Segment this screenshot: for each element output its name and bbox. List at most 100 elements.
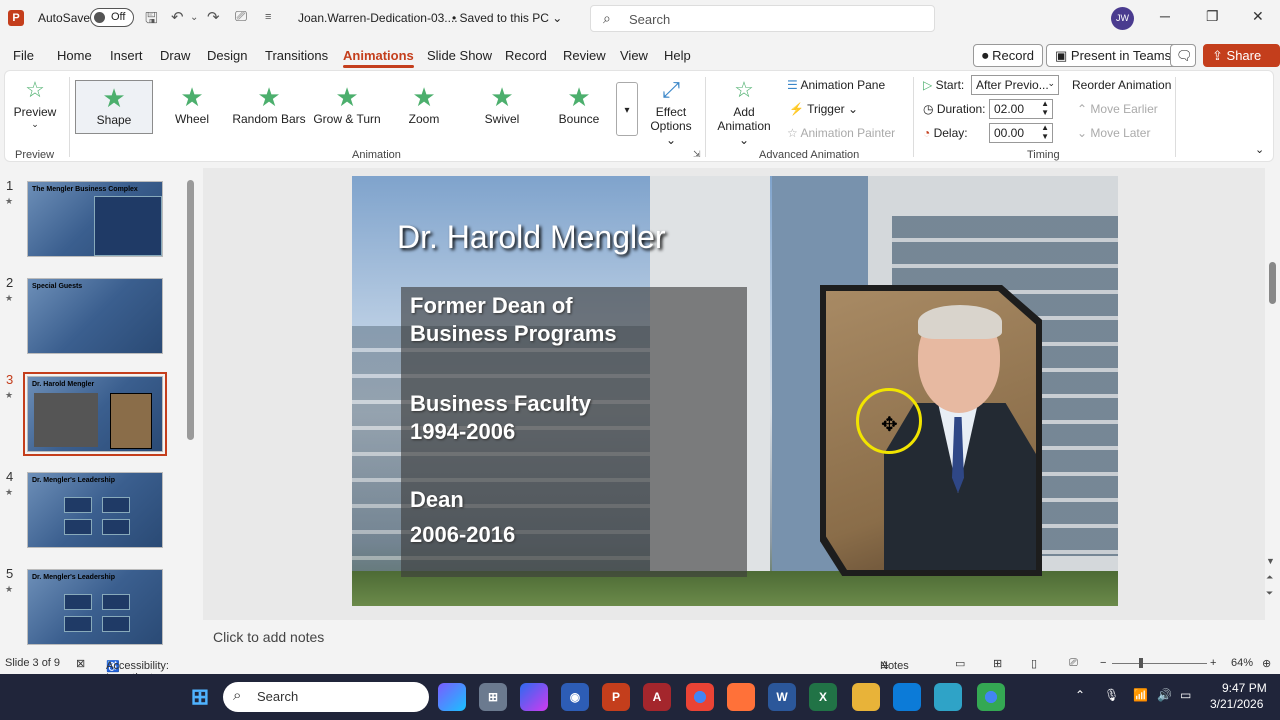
tab-animations[interactable]: Animations	[343, 48, 414, 68]
animation-swivel[interactable]: ★ Swivel	[463, 80, 541, 134]
duration-input[interactable]: 02.00 ▲ ▼	[989, 99, 1053, 119]
comments-button[interactable]: 🗨	[1170, 44, 1196, 67]
record-button[interactable]: ⏺ Record	[973, 44, 1044, 67]
calculator-icon[interactable]: ⊞	[479, 683, 507, 711]
user-avatar[interactable]: JW	[1111, 7, 1134, 30]
animation-bounce[interactable]: ★ Bounce	[540, 80, 618, 134]
document-name[interactable]: Joan.Warren-Dedication-03....	[298, 11, 458, 25]
microphone-icon[interactable]: 🎙	[1104, 688, 1119, 702]
slide-line-former-dean[interactable]: Former Dean of	[410, 292, 573, 320]
undo-icon[interactable]: ↶	[171, 8, 184, 26]
scroll-down-icon[interactable]: ▼	[1266, 556, 1275, 566]
animation-zoom[interactable]: ★ Zoom	[385, 80, 463, 134]
wifi-icon[interactable]: 📶	[1133, 688, 1148, 702]
notes-area[interactable]: Click to add notes	[203, 622, 1265, 652]
m365-icon[interactable]	[520, 683, 548, 711]
access-icon[interactable]: A	[643, 683, 671, 711]
slide-thumbnail-3[interactable]: Dr. Harold Mengler	[23, 372, 167, 456]
slide-show-icon[interactable]: ⎚	[1069, 657, 1078, 670]
autosave-toggle[interactable]: Off	[90, 8, 134, 27]
save-icon[interactable]: 🖫	[145, 8, 158, 33]
present-from-beginning-icon[interactable]: ⎚	[235, 8, 247, 25]
previous-slide-icon[interactable]: ⏶	[1266, 572, 1273, 583]
portrait-photo[interactable]	[820, 285, 1042, 576]
search-box[interactable]: ⌕ Search	[590, 5, 935, 32]
battery-icon[interactable]: ▭	[1180, 688, 1191, 702]
tab-file[interactable]: File	[13, 48, 34, 63]
clock-date[interactable]: 3/21/2026	[1210, 697, 1263, 711]
animation-wheel[interactable]: ★ Wheel	[153, 80, 231, 134]
close-icon[interactable]: ✕	[1252, 8, 1264, 25]
animation-random-bars[interactable]: ★ Random Bars	[230, 80, 308, 134]
animation-painter-button[interactable]: ☆ Animation Painter	[787, 126, 895, 140]
share-button[interactable]: ⇪ Share ⌄	[1203, 44, 1280, 79]
trigger-button[interactable]: ⚡ Trigger ⌄	[789, 102, 858, 116]
redo-icon[interactable]: ↷	[207, 8, 220, 26]
tab-review[interactable]: Review	[563, 48, 606, 63]
start-button-icon[interactable]: ⊞	[186, 683, 214, 711]
file-explorer-icon[interactable]	[852, 683, 880, 711]
tab-help[interactable]: Help	[664, 48, 691, 63]
normal-view-icon[interactable]: ▭	[955, 657, 965, 670]
thumbnail-scrollbar[interactable]	[187, 180, 194, 440]
fit-to-window-icon[interactable]: ⊕	[1262, 657, 1271, 670]
clock-time[interactable]: 9:47 PM	[1222, 681, 1267, 695]
tab-record[interactable]: Record	[505, 48, 547, 63]
slide-line-faculty-years[interactable]: 1994-2006	[410, 418, 515, 446]
tab-home[interactable]: Home	[57, 48, 92, 63]
slide-line-dean-years[interactable]: 2006-2016	[410, 521, 515, 549]
app-icon[interactable]	[934, 683, 962, 711]
zoom-level[interactable]: 64%	[1231, 657, 1253, 669]
restore-icon[interactable]: ❐	[1206, 8, 1219, 25]
tab-view[interactable]: View	[620, 48, 648, 63]
animation-pane-button[interactable]: ☰ Animation Pane	[787, 78, 885, 92]
excel-icon[interactable]: X	[809, 683, 837, 711]
minimize-icon[interactable]: ─	[1160, 8, 1170, 24]
zoom-slider-thumb[interactable]	[1139, 658, 1143, 668]
undo-dropdown-icon[interactable]: ⌄	[190, 12, 198, 23]
edge-icon[interactable]	[893, 683, 921, 711]
start-select[interactable]: After Previo... ⌄	[971, 75, 1059, 95]
zoom-slider[interactable]	[1112, 663, 1207, 664]
delay-input[interactable]: 00.00 ▲ ▼	[989, 123, 1053, 143]
volume-icon[interactable]: 🔊	[1157, 688, 1172, 702]
animation-grow-turn[interactable]: ★ Grow & Turn	[308, 80, 386, 134]
tab-transitions[interactable]: Transitions	[265, 48, 328, 63]
spell-check-icon[interactable]: ⊠	[76, 657, 85, 670]
slide-thumbnail-2[interactable]: Special Guests	[27, 278, 163, 354]
firefox-icon[interactable]	[727, 683, 755, 711]
preview-button[interactable]: ☆ Preview ⌄	[11, 77, 59, 130]
slide-line-business-faculty[interactable]: Business Faculty	[410, 390, 591, 418]
tab-insert[interactable]: Insert	[110, 48, 143, 63]
slide-sorter-icon[interactable]: ⊞	[993, 657, 1002, 670]
powerpoint-taskbar-icon[interactable]: P	[602, 683, 630, 711]
copilot-icon[interactable]	[438, 683, 466, 711]
add-animation-button[interactable]: ☆ Add Animation ⌄	[711, 77, 777, 147]
tab-draw[interactable]: Draw	[160, 48, 190, 63]
spinner-icon[interactable]: ▲ ▼	[1041, 123, 1049, 141]
tray-overflow-icon[interactable]: ⌃	[1075, 688, 1085, 702]
slide-line-business-programs[interactable]: Business Programs	[410, 320, 617, 348]
chrome-profile-icon[interactable]	[977, 683, 1005, 711]
animation-shape[interactable]: ★ Shape	[75, 80, 153, 134]
screen-recorder-icon[interactable]: ◉	[561, 683, 589, 711]
move-later-button[interactable]: ⌄ Move Later	[1077, 126, 1150, 140]
dialog-launcher-icon[interactable]: ⇲	[693, 149, 701, 160]
move-earlier-button[interactable]: ⌃ Move Earlier	[1077, 102, 1158, 116]
next-slide-icon[interactable]: ⏷	[1266, 588, 1273, 599]
reading-view-icon[interactable]: ▯	[1031, 657, 1037, 670]
save-status[interactable]: • Saved to this PC ⌄	[452, 11, 562, 25]
customize-qat-icon[interactable]: ≡	[265, 11, 271, 23]
taskbar-search[interactable]: ⌕ Search	[223, 682, 429, 712]
slide-thumbnail-4[interactable]: Dr. Mengler's Leadership	[27, 472, 163, 548]
slide-line-dean[interactable]: Dean	[410, 486, 464, 514]
gallery-more-button[interactable]: ▾	[616, 82, 638, 136]
word-icon[interactable]: W	[768, 683, 796, 711]
tab-slide-show[interactable]: Slide Show	[427, 48, 492, 63]
present-in-teams-button[interactable]: ▣ Present in Teams	[1046, 44, 1181, 67]
zoom-in-icon[interactable]: +	[1210, 657, 1216, 669]
slide-title[interactable]: Dr. Harold Mengler	[397, 219, 666, 256]
spinner-icon[interactable]: ▲ ▼	[1041, 99, 1049, 117]
slide-thumbnail-5[interactable]: Dr. Mengler's Leadership	[27, 569, 163, 645]
collapse-ribbon-icon[interactable]: ⌄	[1255, 143, 1264, 156]
